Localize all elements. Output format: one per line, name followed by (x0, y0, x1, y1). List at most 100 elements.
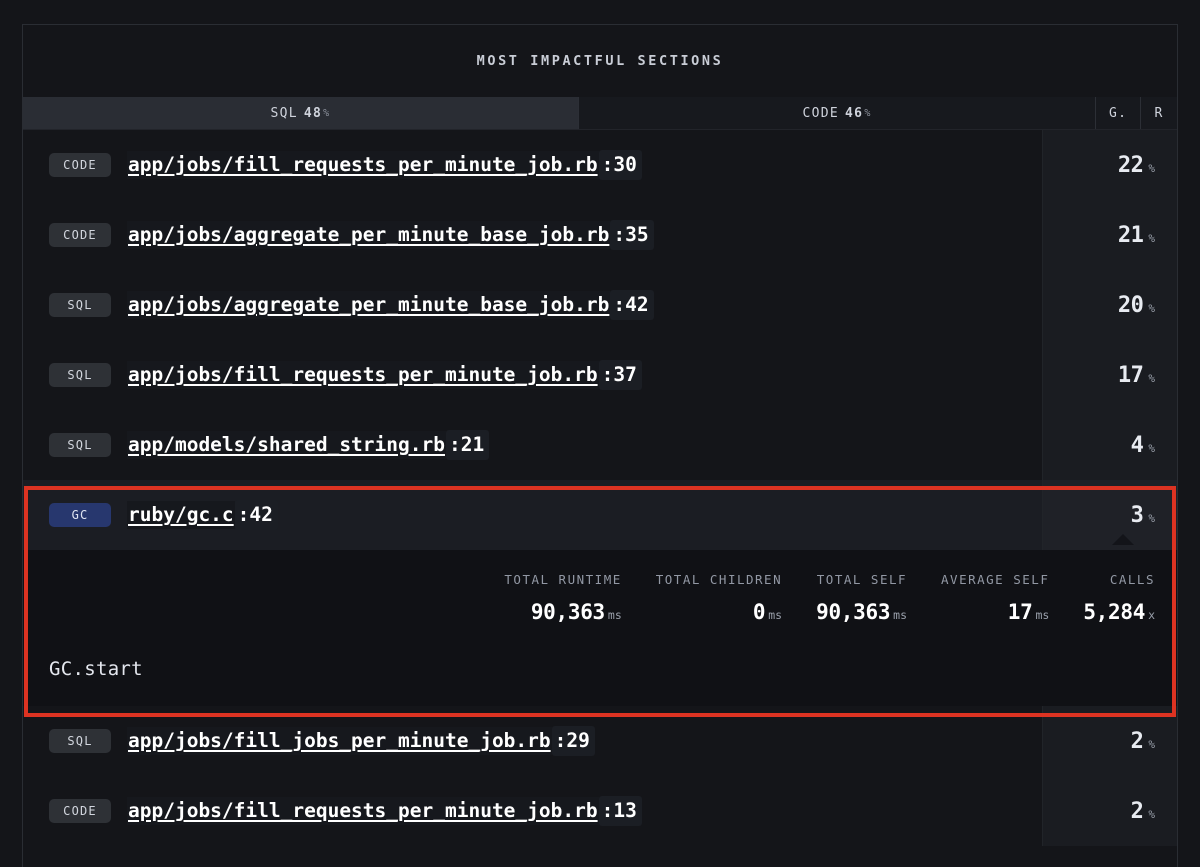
row-location[interactable]: CODE app/jobs/fill_requests_per_minute_j… (23, 130, 1042, 200)
row-file-path-link[interactable]: app/jobs/fill_requests_per_minute_job.rb (127, 797, 599, 825)
metric-average-self: AVERAGE SELF 17 ms (907, 572, 1049, 624)
metric-label: TOTAL RUNTIME (504, 572, 622, 587)
detail-metrics: TOTAL RUNTIME 90,363 ms TOTAL CHILDREN 0m… (49, 572, 1155, 624)
sections-list: CODE app/jobs/fill_requests_per_minute_j… (23, 130, 1177, 846)
row-kind-badge: SQL (49, 363, 111, 387)
row-kind-badge: SQL (49, 729, 111, 753)
metric-label: CALLS (1109, 572, 1155, 587)
metric-total-self: TOTAL SELF 90,363 ms (782, 572, 907, 624)
row-percent-cell: 21 % (1042, 200, 1177, 270)
metric-value: 5,284 (1083, 600, 1146, 624)
row-percent-symbol: % (1148, 511, 1155, 525)
row-percent-value: 4 (1130, 432, 1144, 458)
row-percent-value: 17 (1117, 362, 1144, 388)
row-percent-symbol: % (1148, 371, 1155, 385)
row-percent-symbol: % (1148, 737, 1155, 751)
row-file-path-link[interactable]: app/jobs/aggregate_per_minute_base_job.r… (127, 291, 611, 319)
row-percent-symbol: % (1148, 301, 1155, 315)
metric-value-row: 17 ms (1008, 600, 1050, 624)
row-percent-cell: 20 % (1042, 270, 1177, 340)
row-percent-cell: 2 % (1042, 776, 1177, 846)
tab-sql[interactable]: SQL 48 % (23, 97, 580, 129)
row-file-path-link[interactable]: app/jobs/fill_requests_per_minute_job.rb (127, 361, 599, 389)
row-line-number: :21 (445, 430, 490, 460)
row-percent-symbol: % (1148, 231, 1155, 245)
row-kind-badge: SQL (49, 433, 111, 457)
table-row[interactable]: SQL app/models/shared_string.rb :21 4 % (23, 410, 1177, 480)
row-percent-cell: 2 % (1042, 706, 1177, 776)
row-file-path-link[interactable]: app/jobs/fill_requests_per_minute_job.rb (127, 151, 599, 179)
row-file-path-link[interactable]: ruby/gc.c (127, 501, 235, 529)
metric-value: 90,363 (816, 600, 891, 624)
row-line-number: :29 (551, 726, 595, 756)
table-row[interactable]: CODE app/jobs/fill_requests_per_minute_j… (23, 776, 1177, 846)
row-location[interactable]: SQL app/jobs/fill_jobs_per_minute_job.rb… (23, 706, 1042, 776)
row-percent-cell: 22 % (1042, 130, 1177, 200)
metric-unit: ms (768, 608, 783, 622)
table-row[interactable]: SQL app/jobs/fill_jobs_per_minute_job.rb… (23, 706, 1177, 776)
row-line-number: :42 (610, 290, 654, 320)
metric-value: 0 (752, 600, 766, 624)
row-location-text: app/jobs/aggregate_per_minute_base_job.r… (127, 290, 654, 320)
row-kind-badge: CODE (49, 799, 111, 823)
most-impactful-sections-card: MOST IMPACTFUL SECTIONS SQL 48 % CODE 46… (22, 24, 1178, 867)
metric-total-children: TOTAL CHILDREN 0 ms (622, 572, 782, 624)
row-line-number: :30 (598, 150, 642, 180)
row-location-text: app/jobs/fill_requests_per_minute_job.rb… (127, 796, 642, 826)
tab-sql-percent-symbol: % (323, 107, 331, 119)
row-location-text: ruby/gc.c :42 (127, 500, 278, 530)
row-percent-value: 20 (1117, 292, 1144, 318)
row-location[interactable]: SQL app/jobs/aggregate_per_minute_base_j… (23, 270, 1042, 340)
row-percent-cell: 17 % (1042, 340, 1177, 410)
row-location[interactable]: CODE app/jobs/aggregate_per_minute_base_… (23, 200, 1042, 270)
row-percent-value: 2 (1130, 798, 1144, 824)
metric-unit: ms (607, 608, 622, 622)
table-row[interactable]: CODE app/jobs/aggregate_per_minute_base_… (23, 200, 1177, 270)
row-line-number: :13 (598, 796, 642, 826)
tab-rest[interactable]: R (1141, 97, 1177, 129)
metric-value-row: 90,363 ms (531, 600, 622, 624)
tab-gc-label: G. (1108, 105, 1128, 121)
metric-unit: ms (1035, 608, 1050, 622)
row-location[interactable]: SQL app/jobs/fill_requests_per_minute_jo… (23, 340, 1042, 410)
row-file-path-link[interactable]: app/jobs/fill_jobs_per_minute_job.rb (127, 727, 552, 755)
metric-value-row: 90,363 ms (816, 600, 907, 624)
row-location[interactable]: GC ruby/gc.c :42 (23, 480, 1042, 550)
metric-value-row: 0 ms (753, 600, 782, 624)
row-percent-value: 3 (1130, 502, 1144, 528)
row-percent-cell: 4 % (1042, 410, 1177, 480)
row-line-number: :35 (610, 220, 654, 250)
row-location[interactable]: CODE app/jobs/fill_requests_per_minute_j… (23, 776, 1042, 846)
table-row-selected[interactable]: GC ruby/gc.c :42 3 % (23, 480, 1177, 550)
tab-sql-percent: 48 (303, 105, 323, 121)
profiler-screen: MOST IMPACTFUL SECTIONS SQL 48 % CODE 46… (0, 0, 1200, 867)
metric-total-runtime: TOTAL RUNTIME 90,363 ms (470, 572, 621, 624)
metric-calls: CALLS 5,284 x (1049, 572, 1155, 624)
table-row[interactable]: CODE app/jobs/fill_requests_per_minute_j… (23, 130, 1177, 200)
row-percent-cell: 3 % (1042, 480, 1177, 550)
row-location-text: app/jobs/fill_jobs_per_minute_job.rb :29 (127, 726, 595, 756)
row-line-number: :37 (598, 360, 642, 390)
table-row[interactable]: SQL app/jobs/aggregate_per_minute_base_j… (23, 270, 1177, 340)
tab-code-label: CODE (802, 105, 840, 121)
tab-rest-label: R (1154, 105, 1164, 121)
row-file-path-link[interactable]: app/jobs/aggregate_per_minute_base_job.r… (127, 221, 611, 249)
row-location-text: app/jobs/aggregate_per_minute_base_job.r… (127, 220, 654, 250)
section-detail-panel: TOTAL RUNTIME 90,363 ms TOTAL CHILDREN 0m… (23, 550, 1177, 706)
row-percent-value: 2 (1130, 728, 1144, 754)
metric-unit: ms (893, 608, 908, 622)
metric-value: 90,363 (530, 600, 605, 624)
metric-value-row: 5,284 x (1083, 600, 1155, 624)
row-file-path-link[interactable]: app/models/shared_string.rb (127, 431, 446, 459)
row-percent-symbol: % (1148, 441, 1155, 455)
metric-label: TOTAL SELF (816, 572, 908, 587)
row-location-text: app/jobs/fill_requests_per_minute_job.rb… (127, 150, 642, 180)
metric-label: AVERAGE SELF (941, 572, 1050, 587)
row-percent-symbol: % (1148, 161, 1155, 175)
tab-gc[interactable]: G. (1096, 97, 1142, 129)
tab-code[interactable]: CODE 46 % (579, 97, 1097, 129)
row-location[interactable]: SQL app/models/shared_string.rb :21 (23, 410, 1042, 480)
page-title: MOST IMPACTFUL SECTIONS (476, 53, 724, 69)
table-row[interactable]: SQL app/jobs/fill_requests_per_minute_jo… (23, 340, 1177, 410)
row-location-text: app/models/shared_string.rb :21 (127, 430, 490, 460)
